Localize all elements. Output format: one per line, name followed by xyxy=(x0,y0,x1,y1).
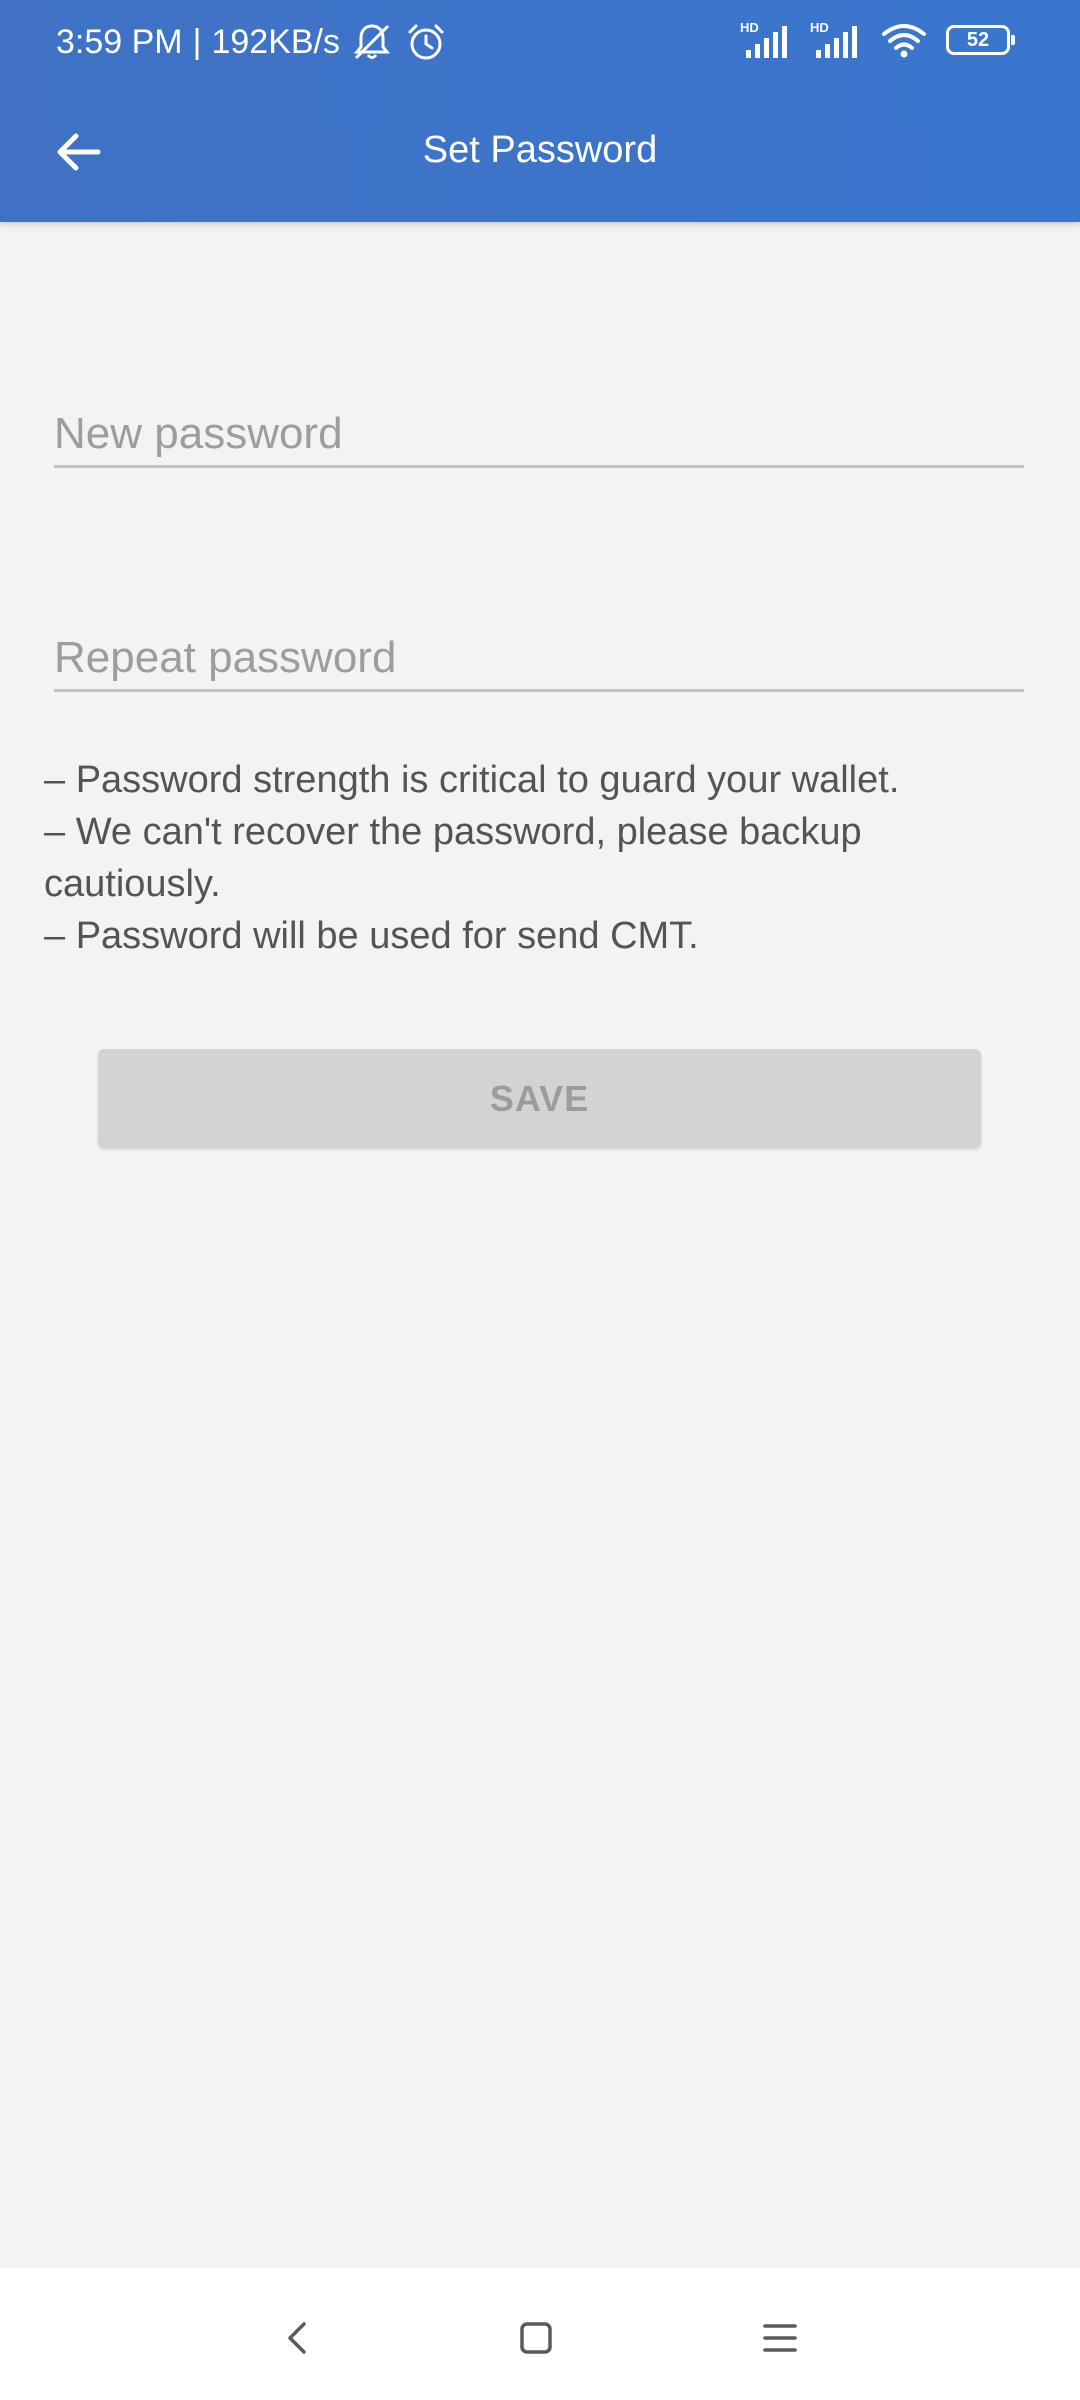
nav-recents-icon xyxy=(763,2324,797,2352)
signal-hd-icon: HD xyxy=(740,20,792,60)
alarm-icon xyxy=(404,20,448,64)
app-header: 3:59 PM | 192KB/s HD HD 52 Set Password xyxy=(0,0,1080,222)
new-password-field[interactable] xyxy=(54,388,1024,468)
status-net-speed: 192KB/s xyxy=(211,23,340,61)
app-bar: Set Password xyxy=(0,84,1080,222)
status-separator: | xyxy=(192,23,202,61)
svg-text:HD: HD xyxy=(740,20,759,35)
password-tips: – Password strength is critical to guard… xyxy=(44,754,1034,962)
status-right: HD HD 52 xyxy=(740,20,1015,60)
new-password-input[interactable] xyxy=(54,409,1024,459)
tip-line: – We can't recover the password, please … xyxy=(44,811,862,905)
nav-back-icon xyxy=(288,2322,306,2354)
status-bar: 3:59 PM | 192KB/s HD HD 52 xyxy=(0,0,1080,84)
nav-home-icon xyxy=(520,2322,552,2354)
system-nav-bar xyxy=(0,2268,1080,2400)
wifi-icon xyxy=(880,20,928,60)
nav-back-button[interactable] xyxy=(258,2298,338,2378)
page-title: Set Password xyxy=(422,129,658,171)
repeat-password-field[interactable] xyxy=(54,612,1024,692)
tip-line: – Password will be used for send CMT. xyxy=(44,915,699,957)
repeat-password-input[interactable] xyxy=(54,633,1024,683)
tip-line: – Password strength is critical to guard… xyxy=(44,759,900,801)
status-time: 3:59 PM xyxy=(56,23,183,61)
status-left: 3:59 PM | 192KB/s xyxy=(56,18,448,66)
nav-recents-button[interactable] xyxy=(740,2298,820,2378)
battery-icon: 52 xyxy=(946,25,1015,55)
battery-level: 52 xyxy=(966,28,990,51)
nav-home-button[interactable] xyxy=(496,2298,576,2378)
signal-hd-icon: HD xyxy=(810,20,862,60)
svg-text:HD: HD xyxy=(810,20,829,35)
mute-notifications-icon xyxy=(350,20,394,64)
save-button[interactable]: SAVE xyxy=(98,1049,981,1148)
